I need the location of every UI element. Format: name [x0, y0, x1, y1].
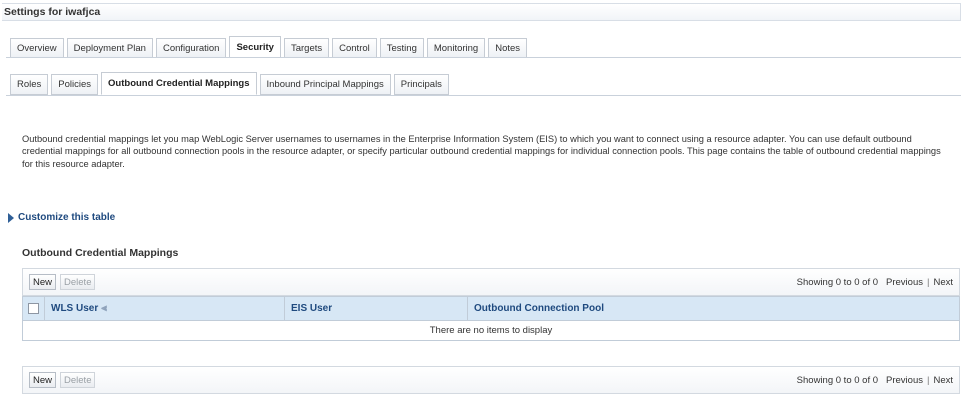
- paging-status: Showing 0 to 0 of 0: [796, 276, 879, 288]
- customize-table-label: Customize this table: [18, 212, 116, 223]
- subtab-inbound-principal-mappings[interactable]: Inbound Principal Mappings: [259, 74, 391, 95]
- main-tab-divider: [6, 57, 961, 58]
- customize-table-link[interactable]: Customize this table: [8, 212, 115, 223]
- select-all-checkbox[interactable]: [28, 302, 39, 314]
- tab-control[interactable]: Control: [332, 38, 377, 58]
- sub-tab-divider: [6, 95, 961, 96]
- tab-deployment-plan[interactable]: Deployment Plan: [66, 38, 153, 58]
- subtab-policies[interactable]: Policies: [51, 74, 99, 95]
- tab-targets[interactable]: Targets: [283, 38, 330, 58]
- wls-user-header-label: WLS User: [51, 303, 99, 314]
- empty-table-message: There are no items to display: [22, 320, 960, 341]
- column-header-eis-user[interactable]: EIS User: [284, 296, 468, 321]
- tab-monitoring[interactable]: Monitoring: [426, 38, 486, 58]
- subtab-outbound-credential-mappings[interactable]: Outbound Credential Mappings: [101, 72, 257, 95]
- table-row: There are no items to display: [22, 320, 960, 341]
- tab-notes[interactable]: Notes: [488, 38, 528, 58]
- table-toolbar-bottom: New Delete Showing 0 to 0 of 0 Previous …: [22, 366, 960, 394]
- outbound-credential-mappings-table: WLS User ⫷ EIS User Outbound Connection P…: [22, 296, 960, 341]
- tab-testing[interactable]: Testing: [379, 38, 424, 58]
- subtab-principals[interactable]: Principals: [393, 74, 449, 95]
- eis-user-header-label: EIS User: [291, 303, 333, 314]
- select-all-header: [22, 296, 45, 321]
- next-link[interactable]: Next: [933, 277, 953, 288]
- pagination-bottom: Showing 0 to 0 of 0 Previous | Next: [796, 374, 953, 386]
- delete-button[interactable]: Delete: [60, 274, 96, 290]
- new-button[interactable]: New: [29, 274, 57, 290]
- connection-pool-header-label: Outbound Connection Pool: [474, 303, 604, 314]
- subtab-roles[interactable]: Roles: [10, 74, 49, 95]
- table-toolbar-top: New Delete Showing 0 to 0 of 0 Previous …: [22, 268, 960, 296]
- column-header-outbound-connection-pool[interactable]: Outbound Connection Pool: [467, 296, 960, 321]
- table-title: Outbound Credential Mappings: [22, 247, 179, 259]
- tab-security[interactable]: Security: [229, 36, 281, 58]
- main-tab-bar: Overview Deployment Plan Configuration S…: [10, 36, 530, 58]
- delete-button-bottom[interactable]: Delete: [60, 372, 96, 388]
- pagination: Showing 0 to 0 of 0 Previous | Next: [796, 276, 953, 288]
- previous-link[interactable]: Previous: [886, 277, 923, 288]
- expand-triangle-icon: [8, 212, 14, 223]
- tab-configuration[interactable]: Configuration: [155, 38, 227, 58]
- sort-ascending-icon[interactable]: ⫷: [101, 303, 107, 314]
- sub-tab-bar: Roles Policies Outbound Credential Mappi…: [10, 72, 452, 95]
- previous-link-bottom[interactable]: Previous: [886, 375, 923, 386]
- page-title: Settings for iwafjca: [2, 3, 961, 21]
- new-button-bottom[interactable]: New: [29, 372, 57, 388]
- paging-status-bottom: Showing 0 to 0 of 0: [796, 374, 879, 386]
- column-header-wls-user[interactable]: WLS User ⫷: [44, 296, 285, 321]
- page-description: Outbound credential mappings let you map…: [22, 134, 941, 169]
- tab-overview[interactable]: Overview: [10, 38, 64, 58]
- table-header-row: WLS User ⫷ EIS User Outbound Connection P…: [22, 296, 960, 321]
- next-link-bottom[interactable]: Next: [933, 375, 953, 386]
